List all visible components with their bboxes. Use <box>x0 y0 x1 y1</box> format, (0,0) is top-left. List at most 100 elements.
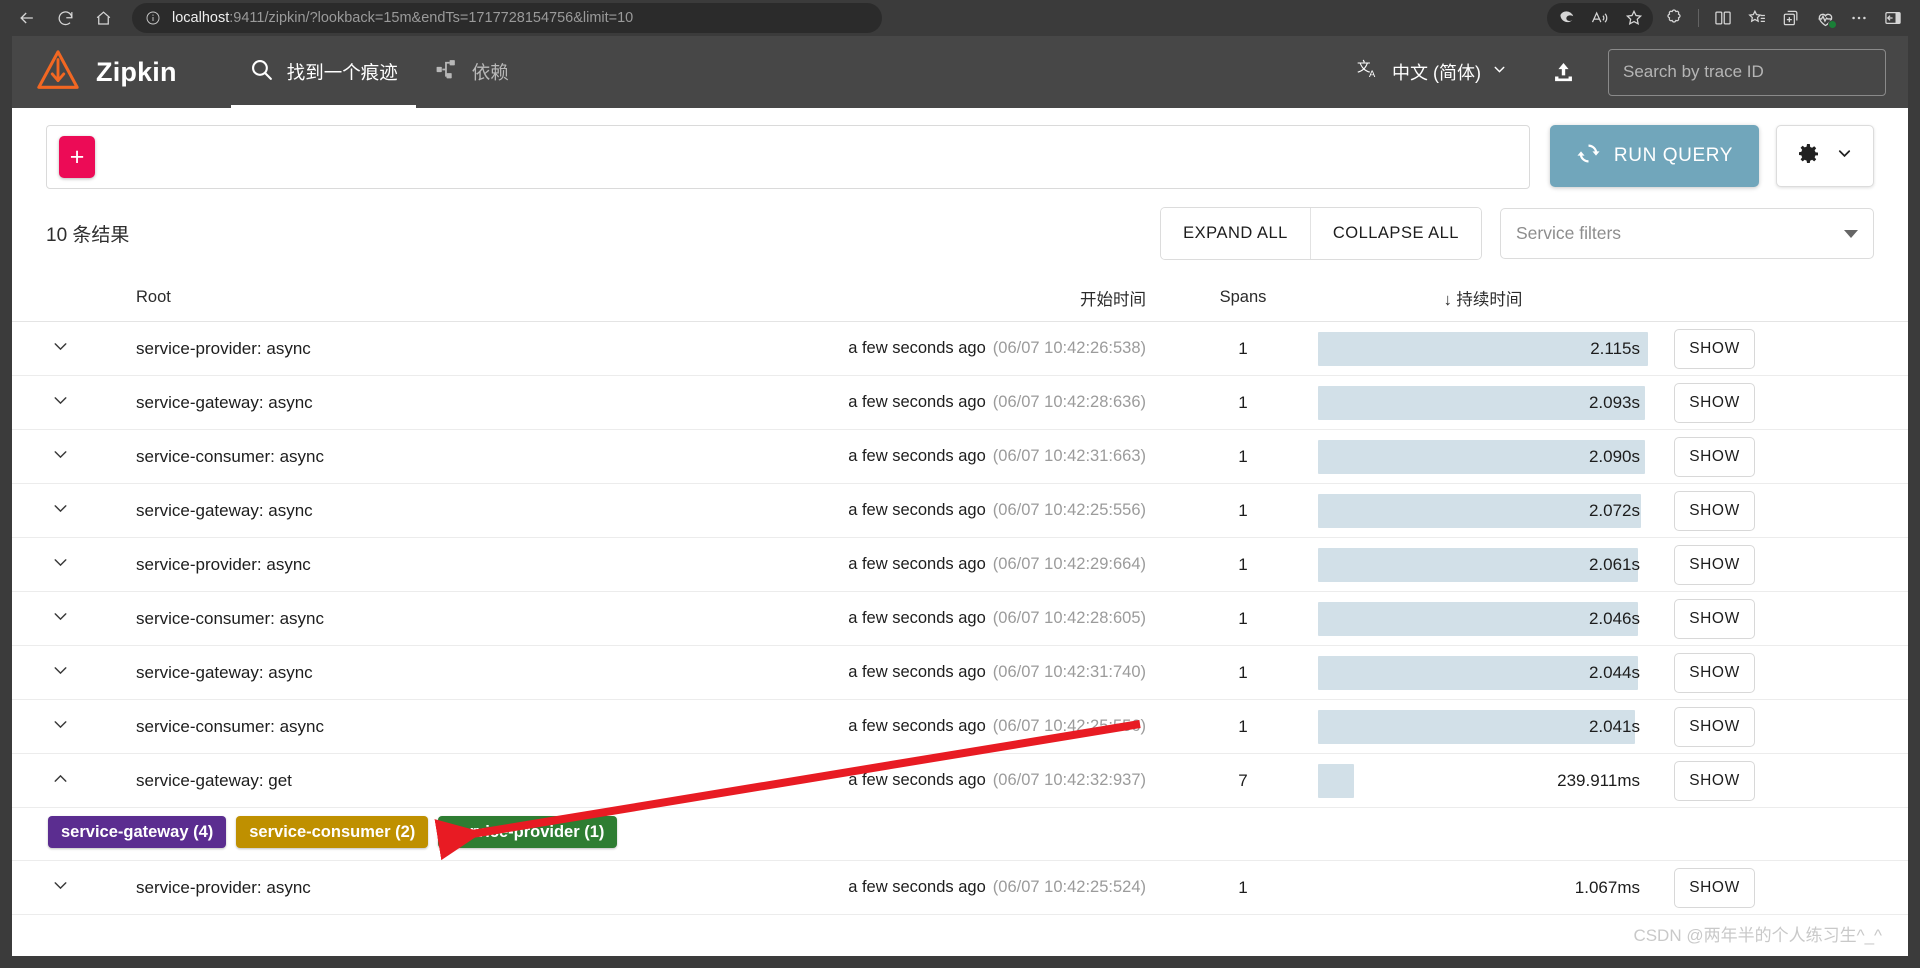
table-row[interactable]: service-gateway: async a few seconds ago (… <box>12 646 1908 700</box>
row-relative-time: a few seconds ago <box>848 663 986 681</box>
row-expand-toggle[interactable] <box>12 444 108 470</box>
read-aloud-icon[interactable] <box>1583 3 1617 33</box>
table-row[interactable]: service-provider: async a few seconds ago… <box>12 322 1908 376</box>
row-timestamp: (06/07 10:42:31:740) <box>992 663 1146 681</box>
home-icon[interactable] <box>86 3 120 33</box>
more-options-icon[interactable] <box>1842 3 1876 33</box>
show-trace-button[interactable]: SHOW <box>1674 760 1755 801</box>
row-expand-toggle[interactable] <box>12 714 108 740</box>
row-start-time: a few seconds ago (06/07 10:42:31:740) <box>688 663 1168 682</box>
chevron-down-icon <box>50 552 71 578</box>
run-query-button[interactable]: RUN QUERY <box>1549 125 1759 187</box>
zipkin-app: Zipkin 找到一个痕迹 依赖 文 A 中文 (简体) Search by t… <box>12 36 1908 956</box>
header-spans[interactable]: Spans <box>1168 288 1318 307</box>
show-trace-button[interactable]: SHOW <box>1674 652 1755 693</box>
dependency-tree-icon <box>434 57 459 87</box>
row-relative-time: a few seconds ago <box>848 393 986 411</box>
split-screen-icon[interactable] <box>1706 3 1740 33</box>
show-trace-button[interactable]: SHOW <box>1674 490 1755 531</box>
collections-add-icon[interactable] <box>1774 3 1808 33</box>
sidebar-toggle-icon[interactable] <box>1876 3 1910 33</box>
service-badge[interactable]: service-provider (1) <box>438 816 618 848</box>
row-actions: SHOW <box>1648 544 1908 585</box>
row-duration-value: 2.093s <box>1588 392 1640 412</box>
row-expand-toggle[interactable] <box>12 498 108 524</box>
search-trace-id-input[interactable] <box>1608 48 1886 96</box>
table-row[interactable]: service-gateway: get a few seconds ago (06… <box>12 754 1908 808</box>
show-trace-button[interactable]: SHOW <box>1674 706 1755 747</box>
row-actions: SHOW <box>1648 490 1908 531</box>
row-actions: SHOW <box>1648 867 1908 908</box>
row-start-time: a few seconds ago (06/07 10:42:28:605) <box>688 609 1168 628</box>
table-row[interactable]: service-gateway: async a few seconds ago (… <box>12 484 1908 538</box>
header-duration[interactable]: ↓ 持续时间 <box>1318 286 1648 310</box>
favorites-list-icon[interactable] <box>1740 3 1774 33</box>
results-count-label: 10 条结果 <box>46 225 130 246</box>
search-icon <box>249 57 274 87</box>
header-start-time[interactable]: 开始时间 <box>688 286 1168 310</box>
reload-icon[interactable] <box>48 3 82 33</box>
service-badge[interactable]: service-gateway (4) <box>48 816 227 848</box>
service-badge[interactable]: service-consumer (2) <box>236 816 429 848</box>
edge-copilot-icon[interactable] <box>1549 3 1583 33</box>
row-root-name: service-provider: async <box>136 877 311 897</box>
language-selector[interactable]: 文 A 中文 (简体) <box>1347 51 1518 93</box>
table-row[interactable]: service-provider: async a few seconds ago… <box>12 538 1908 592</box>
row-expand-toggle[interactable] <box>12 552 108 578</box>
show-trace-button[interactable]: SHOW <box>1674 598 1755 639</box>
row-start-time: a few seconds ago (06/07 10:42:26:538) <box>688 339 1168 358</box>
row-duration-value: 2.115s <box>1590 338 1640 358</box>
translate-icon: 文 A <box>1357 57 1382 87</box>
info-icon[interactable] <box>142 7 164 29</box>
row-duration-value: 2.046s <box>1588 608 1640 628</box>
collapse-all-button[interactable]: COLLAPSE ALL <box>1309 208 1481 259</box>
query-settings-button[interactable] <box>1776 125 1874 187</box>
tab-dependencies[interactable]: 依赖 <box>416 36 527 108</box>
back-arrow-icon[interactable] <box>10 3 44 33</box>
row-expand-toggle[interactable] <box>12 336 108 362</box>
app-title: Zipkin <box>96 56 177 87</box>
chevron-down-icon <box>50 606 71 632</box>
chevron-down-icon <box>50 660 71 686</box>
browser-essentials-icon[interactable] <box>1808 3 1842 33</box>
tab-find-a-trace[interactable]: 找到一个痕迹 <box>230 36 416 108</box>
query-criteria-box[interactable]: + <box>46 125 1530 189</box>
row-actions: SHOW <box>1648 760 1908 801</box>
row-expand-toggle[interactable] <box>12 875 108 901</box>
favorite-star-icon[interactable] <box>1617 3 1651 33</box>
table-row[interactable]: service-provider: async a few seconds ago… <box>12 861 1908 915</box>
url-host: localhost <box>172 10 230 26</box>
show-trace-button[interactable]: SHOW <box>1674 867 1755 908</box>
table-row[interactable]: service-gateway: async a few seconds ago (… <box>12 376 1908 430</box>
row-timestamp: (06/07 10:42:25:556) <box>992 717 1146 735</box>
service-filters-select[interactable]: Service filters <box>1500 208 1874 259</box>
expand-all-button[interactable]: EXPAND ALL <box>1161 208 1310 259</box>
row-duration-value: 239.911ms <box>1557 770 1640 790</box>
chevron-up-icon <box>50 768 71 794</box>
zipkin-logo-icon[interactable] <box>34 48 82 96</box>
table-row[interactable]: service-consumer: async a few seconds ago… <box>12 430 1908 484</box>
tab-find-a-trace-label: 找到一个痕迹 <box>286 62 398 83</box>
row-duration-cell: 2.046s <box>1318 601 1648 636</box>
row-duration-cell: 2.072s <box>1318 493 1648 528</box>
address-bar[interactable]: localhost:9411/zipkin/?lookback=15m&endT… <box>132 3 882 33</box>
show-trace-button[interactable]: SHOW <box>1674 328 1755 369</box>
row-duration-cell: 2.041s <box>1318 709 1648 744</box>
table-row[interactable]: service-consumer: async a few seconds ago… <box>12 592 1908 646</box>
row-expand-toggle[interactable] <box>12 660 108 686</box>
show-trace-button[interactable]: SHOW <box>1674 382 1755 423</box>
toolbar-divider <box>1698 9 1699 27</box>
upload-json-button[interactable] <box>1536 48 1590 96</box>
table-row[interactable]: service-consumer: async a few seconds ago… <box>12 700 1908 754</box>
row-relative-time: a few seconds ago <box>848 717 986 735</box>
row-timestamp: (06/07 10:42:28:605) <box>992 609 1146 627</box>
row-expand-toggle[interactable] <box>12 606 108 632</box>
row-expand-toggle[interactable] <box>12 768 108 794</box>
extensions-icon[interactable] <box>1657 3 1691 33</box>
row-actions: SHOW <box>1648 328 1908 369</box>
browser-nav-buttons <box>10 3 120 33</box>
row-expand-toggle[interactable] <box>12 390 108 416</box>
add-criterion-button[interactable]: + <box>59 136 95 178</box>
show-trace-button[interactable]: SHOW <box>1674 544 1755 585</box>
show-trace-button[interactable]: SHOW <box>1674 436 1755 477</box>
